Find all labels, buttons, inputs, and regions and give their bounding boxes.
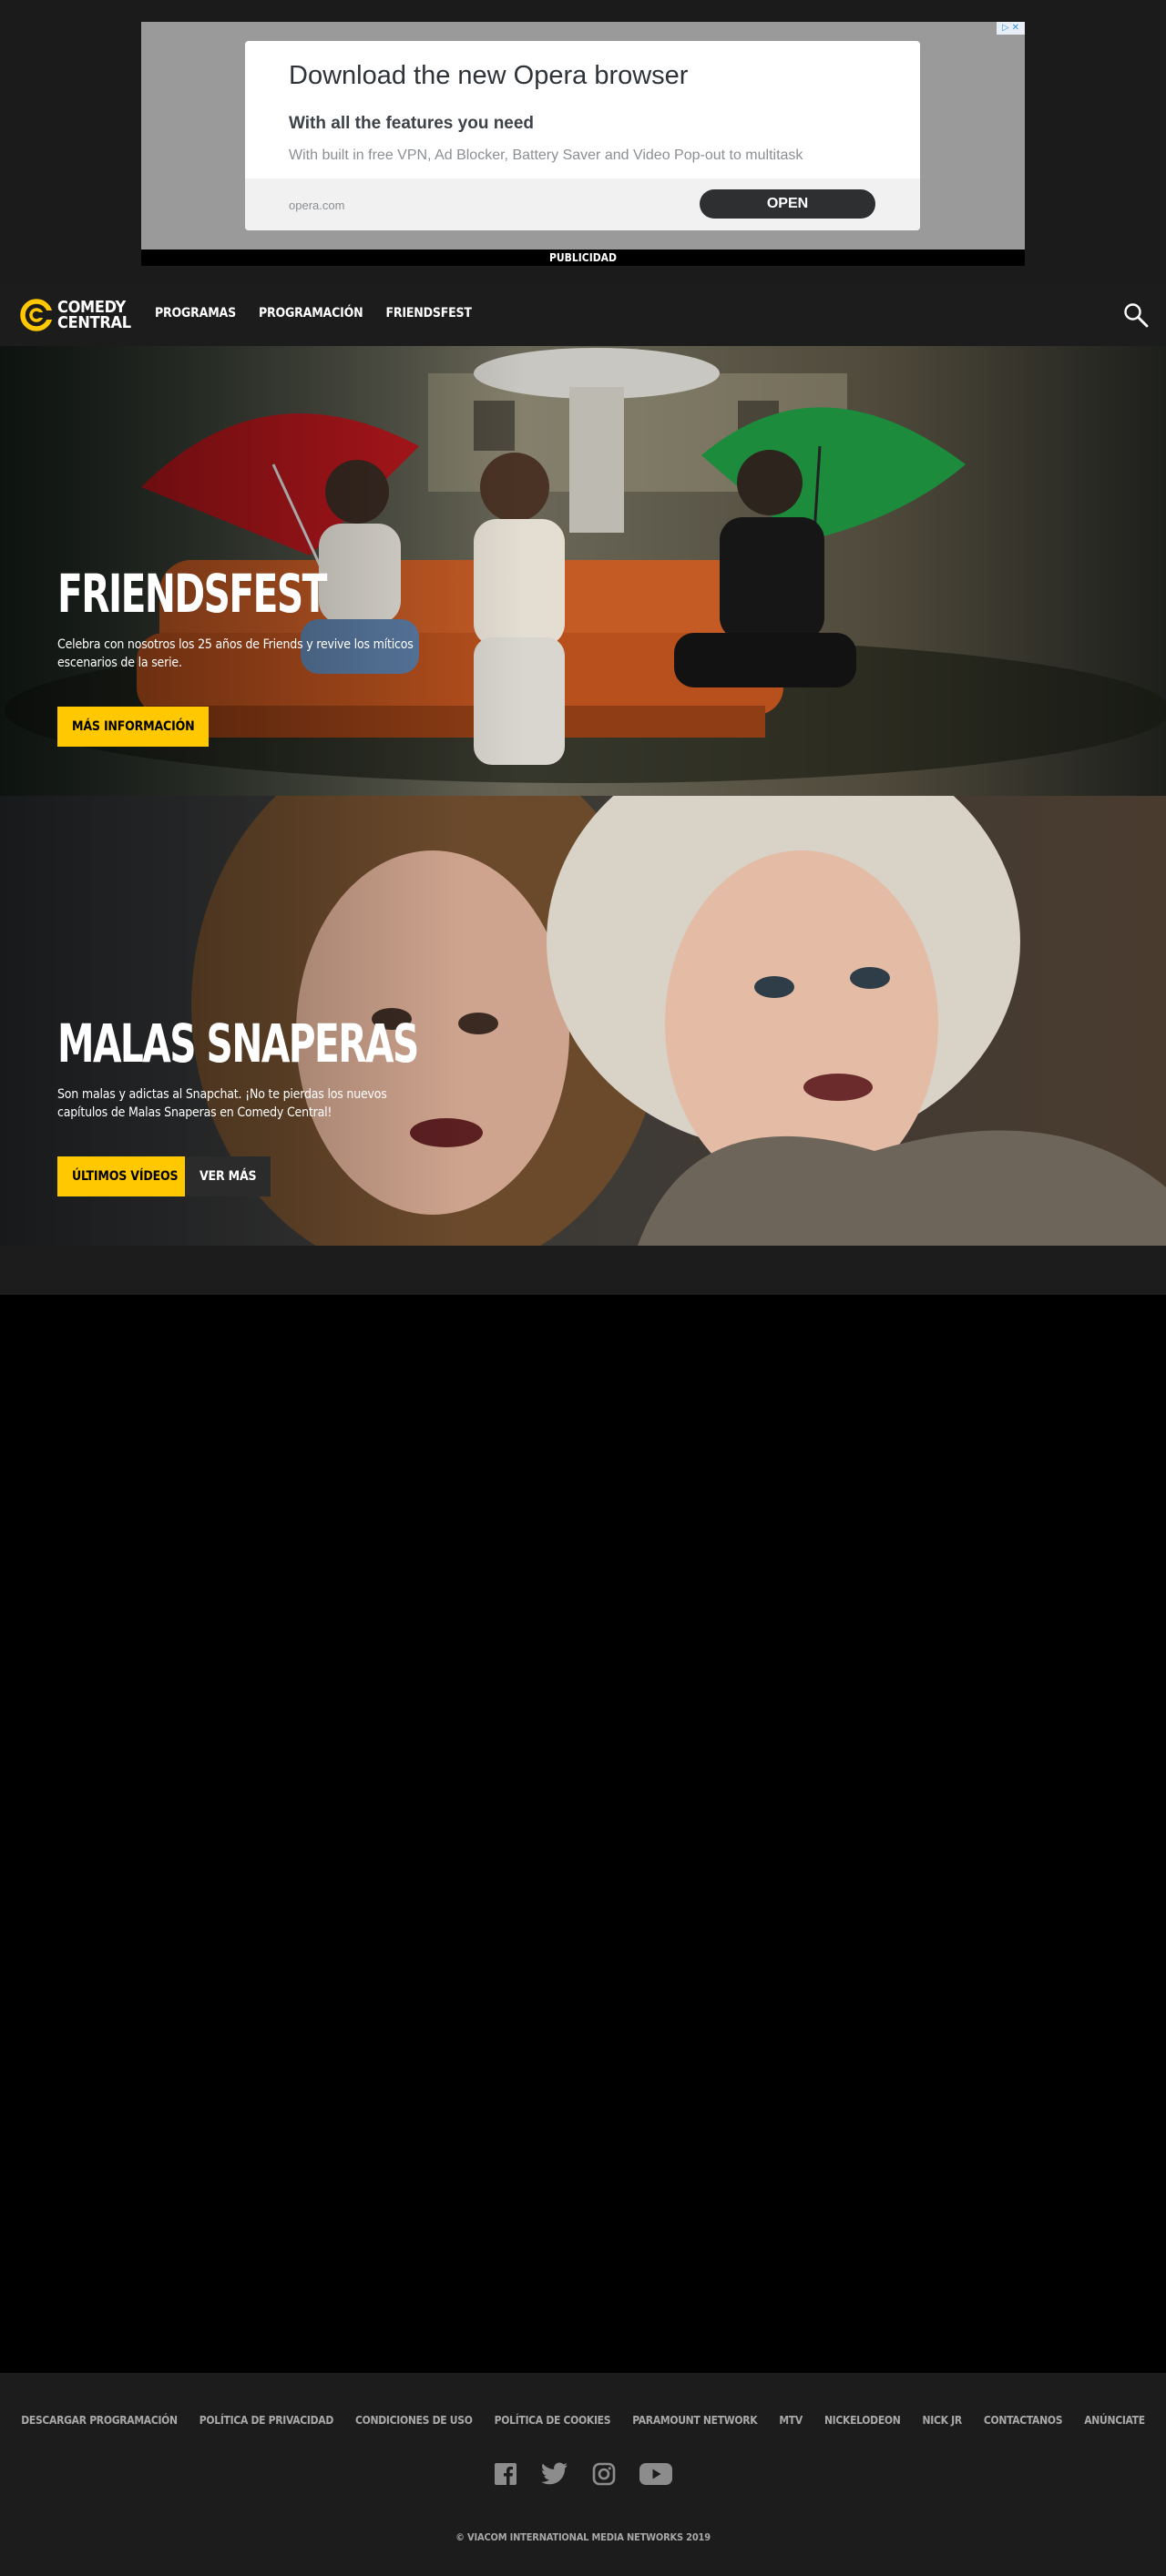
ultimos-videos-button[interactable]: ÚLTIMOS VÍDEOS (57, 1156, 193, 1196)
ad-badge[interactable]: ▷ ✕ (997, 22, 1025, 35)
facebook-icon[interactable] (494, 2462, 517, 2486)
footer-link-privacidad[interactable]: POLÍTICA DE PRIVACIDAD (199, 2414, 334, 2427)
instagram-icon[interactable] (592, 2462, 616, 2486)
ad-url: opera.com (289, 199, 345, 212)
footer-link-anunciate[interactable]: ANÚNCIATE (1084, 2414, 1145, 2427)
ver-mas-button[interactable]: VER MÁS (185, 1156, 271, 1196)
comedy-central-logo[interactable]: COMEDY CENTRAL (20, 299, 131, 331)
hero-malas-snaperas: MALAS SNAPERAS Son malas y adictas al Sn… (0, 796, 1166, 1246)
ad-subtitle: With all the features you need (289, 114, 535, 133)
mas-informacion-button[interactable]: MÁS INFORMACIÓN (57, 707, 210, 747)
search-icon[interactable] (1122, 301, 1150, 329)
ad-banner[interactable]: ▷ ✕ Download the new Opera browser With … (141, 22, 1025, 249)
social-links (0, 2462, 1166, 2486)
site-footer: DESCARGAR PROGRAMACIÓN POLÍTICA DE PRIVA… (0, 2373, 1166, 2576)
footer-link-condiciones[interactable]: CONDICIONES DE USO (355, 2414, 473, 2427)
footer-link-mtv[interactable]: MTV (779, 2414, 803, 2427)
main-nav: PROGRAMAS PROGRAMACIÓN FRIENDSFEST (155, 306, 472, 321)
logo-line-2: CENTRAL (57, 313, 131, 332)
footer-link-nick-jr[interactable]: NICK JR (923, 2414, 963, 2427)
footer-links: DESCARGAR PROGRAMACIÓN POLÍTICA DE PRIVA… (0, 2414, 1166, 2427)
adchoices-icon[interactable]: ▷ (1002, 24, 1009, 33)
site-header: COMEDY CENTRAL PROGRAMAS PROGRAMACIÓN FR… (0, 284, 1166, 346)
nav-friendsfest[interactable]: FRIENDSFEST (385, 306, 472, 321)
twitter-icon[interactable] (541, 2462, 568, 2486)
hero-description: Celebra con nosotros los 25 años de Frie… (57, 637, 414, 670)
close-icon[interactable]: ✕ (1012, 24, 1019, 33)
copyright: © VIACOM INTERNATIONAL MEDIA NETWORKS 20… (455, 2531, 711, 2543)
nav-programas[interactable]: PROGRAMAS (155, 306, 236, 321)
hero-title: MALAS SNAPERAS (57, 1013, 419, 1074)
footer-link-paramount[interactable]: PARAMOUNT NETWORK (632, 2414, 757, 2427)
hero-description: Son malas y adictas al Snapchat. ¡No te … (57, 1087, 387, 1120)
ad-description: With built in free VPN, Ad Blocker, Batt… (289, 148, 803, 163)
ad-title: Download the new Opera browser (289, 61, 689, 90)
hero-title: FRIENDSFEST (57, 563, 327, 625)
logo-icon (20, 299, 53, 331)
ad-card[interactable]: Download the new Opera browser With all … (245, 41, 920, 230)
ad-label: PUBLICIDAD (141, 249, 1025, 266)
footer-link-nickelodeon[interactable]: NICKELODEON (824, 2414, 901, 2427)
hero-friendsfest: FRIENDSFEST Celebra con nosotros los 25 … (0, 346, 1166, 796)
youtube-icon[interactable] (639, 2462, 672, 2486)
footer-link-descargar-programacion[interactable]: DESCARGAR PROGRAMACIÓN (21, 2414, 178, 2427)
ad-container: ▷ ✕ Download the new Opera browser With … (0, 0, 1166, 284)
footer-link-cookies[interactable]: POLÍTICA DE COOKIES (495, 2414, 611, 2427)
ad-open-button[interactable]: OPEN (700, 189, 875, 219)
footer-link-contactanos[interactable]: CONTACTANOS (984, 2414, 1063, 2427)
content-strip (0, 1246, 1166, 1295)
nav-programacion[interactable]: PROGRAMACIÓN (259, 306, 363, 321)
ad-footer: opera.com OPEN (245, 178, 920, 230)
